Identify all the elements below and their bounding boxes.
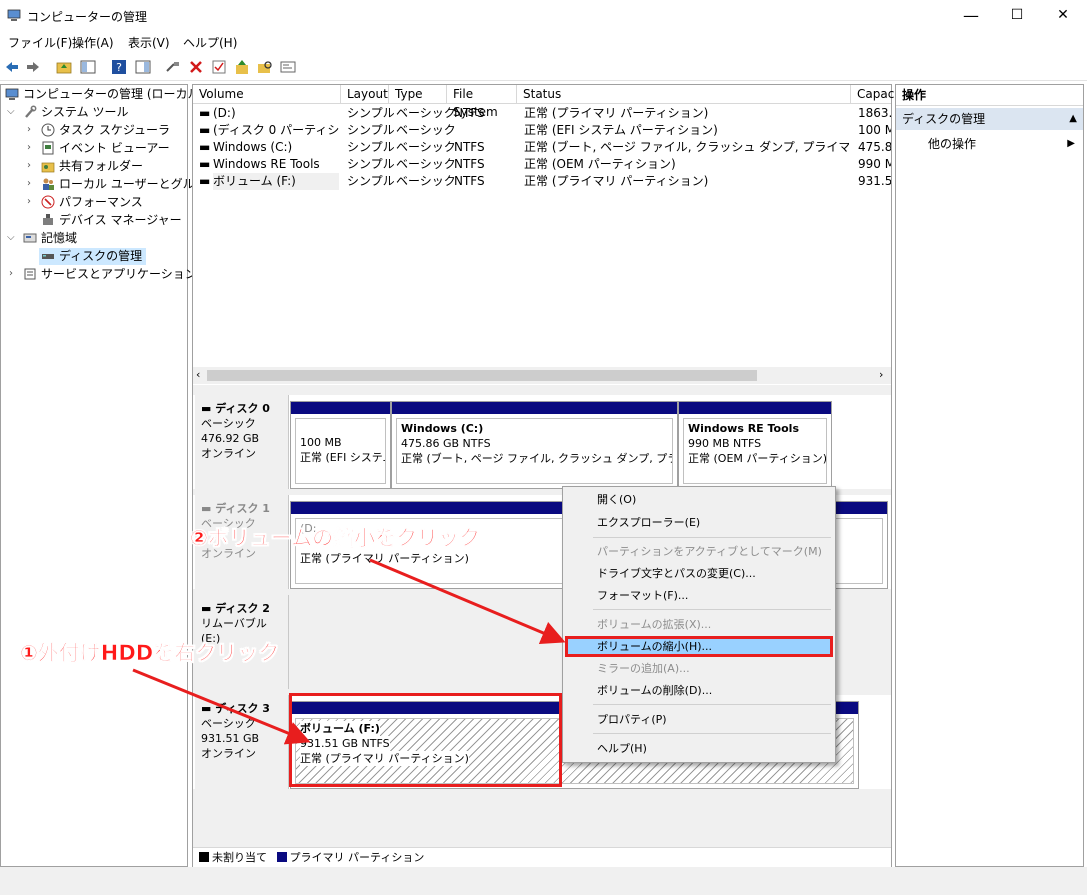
annotation-step2: ②ボリュームの縮小をクリック <box>190 526 481 551</box>
arrow-to-partition <box>132 668 311 745</box>
annotation-step1: ①外付けHDDを右クリック <box>20 641 280 666</box>
annotation-arrows <box>132 558 566 745</box>
arrow-to-shrink <box>369 558 566 645</box>
